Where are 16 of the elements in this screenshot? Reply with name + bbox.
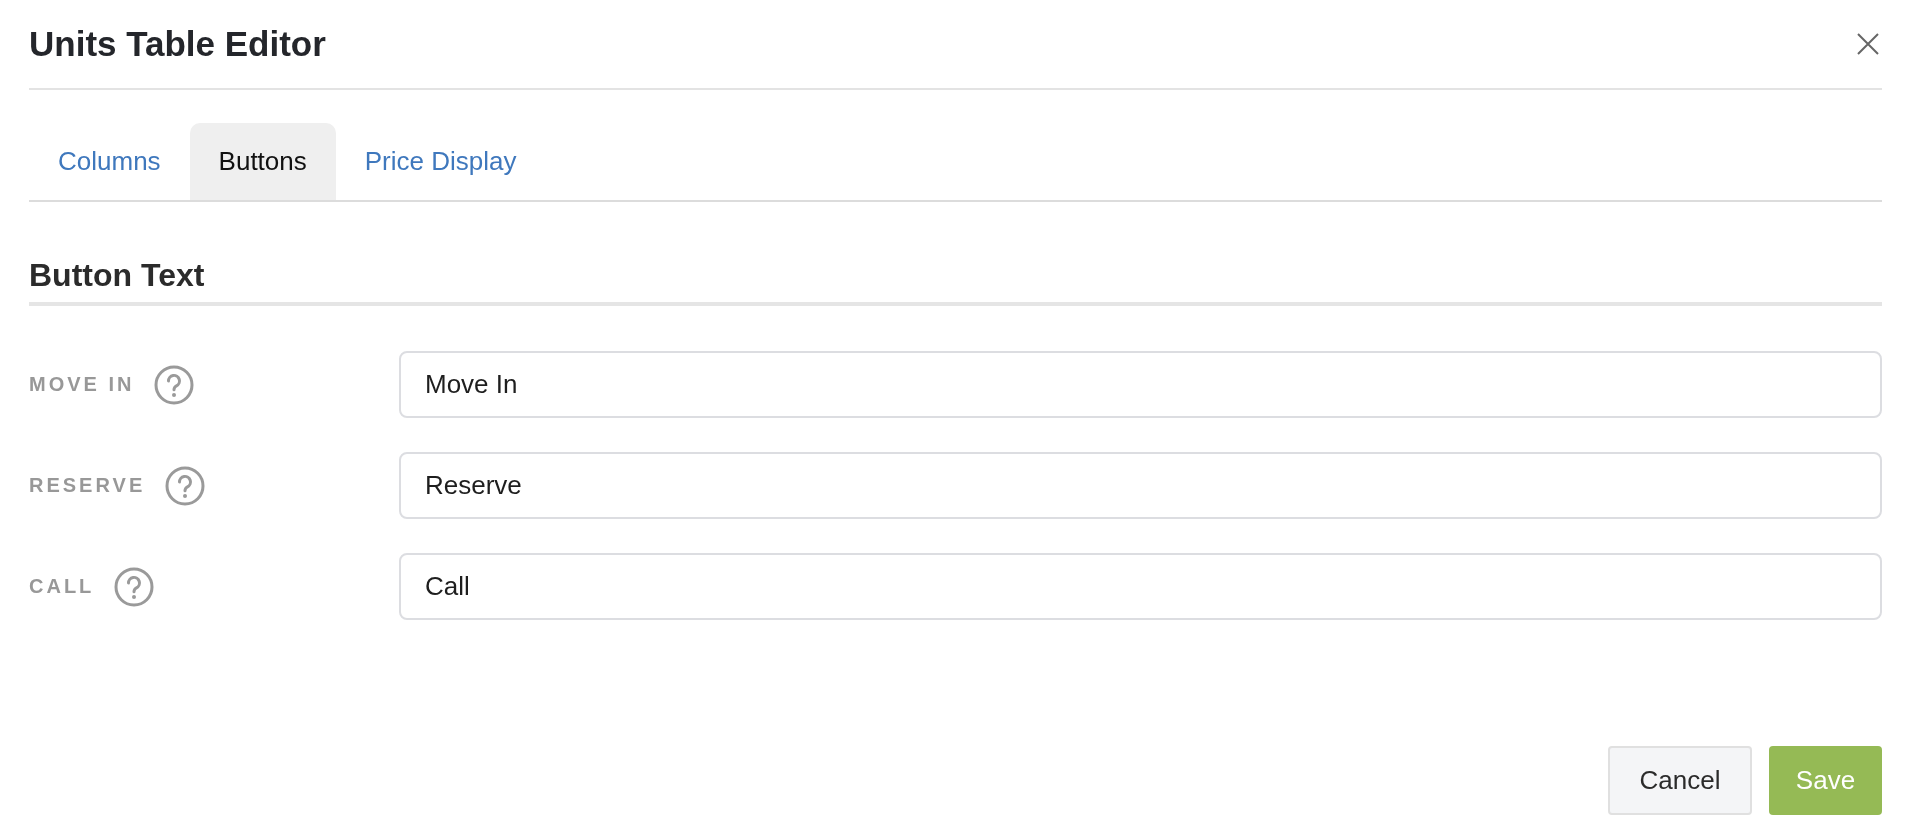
cancel-button[interactable]: Cancel — [1608, 746, 1752, 815]
input-field[interactable]: Reserve — [399, 452, 1882, 519]
help-icon[interactable] — [165, 465, 206, 506]
input-field[interactable]: Call — [399, 553, 1882, 620]
field-label: MOVE IN — [29, 373, 135, 396]
help-icon[interactable] — [154, 364, 195, 405]
tab[interactable]: Columns — [29, 123, 190, 200]
section-heading: Button Text — [29, 256, 205, 294]
dialog-title: Units Table Editor — [29, 24, 326, 64]
help-icon[interactable] — [114, 566, 155, 607]
close-icon[interactable] — [1856, 32, 1880, 56]
field-label: RESERVE — [29, 474, 146, 497]
input-field[interactable]: Move In — [399, 351, 1882, 418]
tab[interactable]: Buttons — [189, 123, 336, 200]
field-label: CALL — [29, 575, 95, 598]
tab[interactable]: Price Display — [335, 123, 546, 200]
